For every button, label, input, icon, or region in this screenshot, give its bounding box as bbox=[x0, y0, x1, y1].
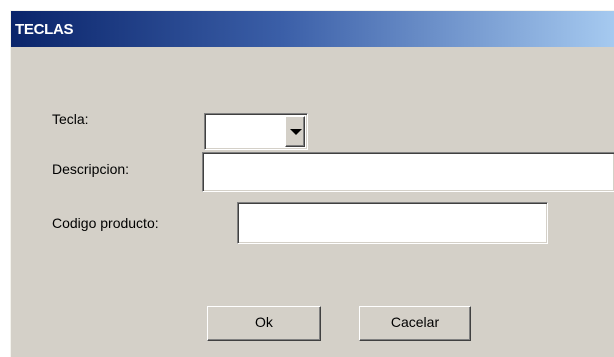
ok-button[interactable]: Ok bbox=[207, 306, 321, 341]
dialog-title: TECLAS bbox=[15, 21, 74, 38]
chevron-down-icon bbox=[290, 129, 302, 135]
codigo-producto-field[interactable] bbox=[237, 202, 548, 244]
descripcion-input[interactable] bbox=[205, 155, 612, 189]
cancel-button-label: Cacelar bbox=[390, 314, 440, 330]
title-bar[interactable]: TECLAS bbox=[11, 11, 614, 47]
tecla-dropdown-button[interactable] bbox=[285, 116, 305, 147]
tecla-combobox[interactable] bbox=[204, 113, 308, 150]
teclas-dialog: TECLAS Tecla: Descripcion: Codigo produc… bbox=[10, 10, 614, 357]
descripcion-label: Descripcion: bbox=[52, 161, 130, 177]
codigo-producto-label: Codigo producto: bbox=[52, 215, 159, 231]
ok-button-label: Ok bbox=[255, 314, 273, 330]
tecla-label: Tecla: bbox=[52, 111, 89, 127]
codigo-producto-input[interactable] bbox=[240, 205, 545, 241]
cancel-button[interactable]: Cacelar bbox=[359, 306, 471, 341]
descripcion-field[interactable] bbox=[202, 152, 614, 192]
